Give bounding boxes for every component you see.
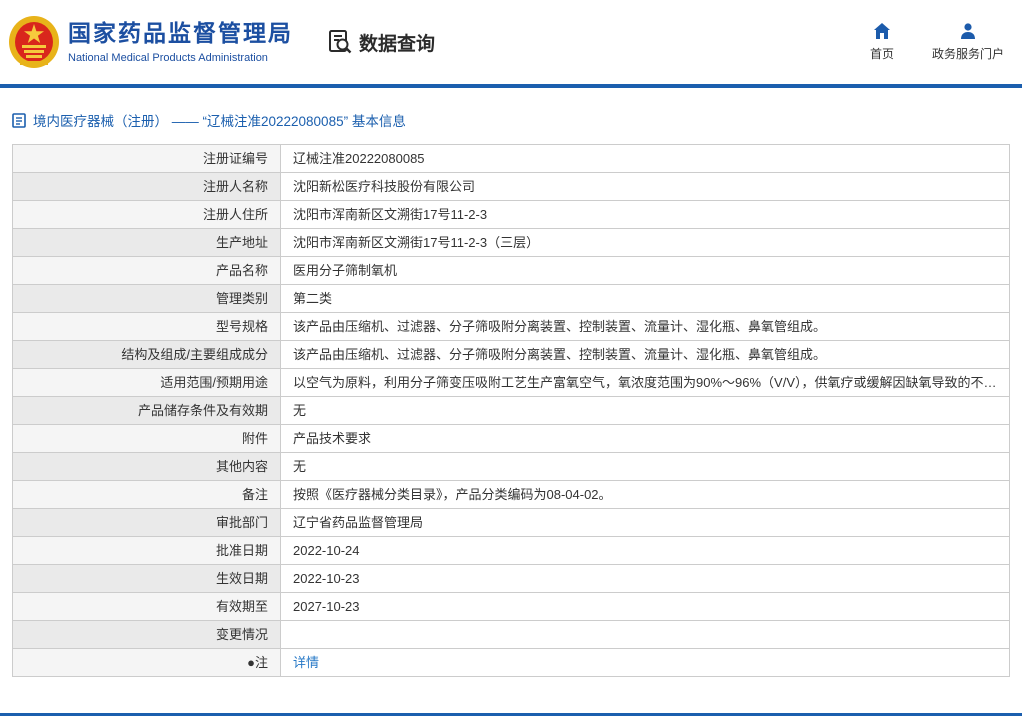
table-row: 型号规格该产品由压缩机、过滤器、分子筛吸附分离装置、控制装置、流量计、湿化瓶、鼻… (13, 313, 1010, 341)
document-icon (12, 113, 26, 128)
table-row: 产品名称医用分子筛制氧机 (13, 257, 1010, 285)
home-icon (873, 22, 891, 40)
row-label: 审批部门 (13, 509, 281, 537)
row-value: 2027-10-23 (281, 593, 1010, 621)
row-label: 产品储存条件及有效期 (13, 397, 281, 425)
table-row: 生产地址沈阳市浑南新区文溯街17号11-2-3（三层） (13, 229, 1010, 257)
data-query-label: 数据查询 (359, 29, 435, 56)
row-value: 详情 (281, 649, 1010, 677)
row-label: 适用范围/预期用途 (13, 369, 281, 397)
breadcrumb: 境内医疗器械（注册） —— “辽械注准20222080085” 基本信息 (12, 110, 1022, 130)
header: 国家药品监督管理局 National Medical Products Admi… (0, 0, 1022, 84)
row-value: 该产品由压缩机、过滤器、分子筛吸附分离装置、控制装置、流量计、湿化瓶、鼻氧管组成… (281, 341, 1010, 369)
row-label: 结构及组成/主要组成成分 (13, 341, 281, 369)
nav-home-label: 首页 (870, 45, 894, 62)
row-value (281, 621, 1010, 649)
header-divider (0, 84, 1022, 88)
row-value: 该产品由压缩机、过滤器、分子筛吸附分离装置、控制装置、流量计、湿化瓶、鼻氧管组成… (281, 313, 1010, 341)
page-title: 境内医疗器械（注册） —— “辽械注准20222080085” 基本信息 (33, 110, 406, 130)
row-value: 以空气为原料，利用分子筛变压吸附工艺生产富氧空气，氧浓度范围为90%～96%（V… (281, 369, 1010, 397)
row-value: 第二类 (281, 285, 1010, 313)
row-value: 2022-10-23 (281, 565, 1010, 593)
table-row: 注册证编号辽械注准20222080085 (13, 145, 1010, 173)
person-icon (959, 22, 977, 40)
row-value: 沈阳新松医疗科技股份有限公司 (281, 173, 1010, 201)
row-value: 辽械注准20222080085 (281, 145, 1010, 173)
table-row: 其他内容无 (13, 453, 1010, 481)
row-label: 其他内容 (13, 453, 281, 481)
row-label: 管理类别 (13, 285, 281, 313)
org-subtitle: National Medical Products Administration (68, 52, 293, 64)
table-row: 批准日期2022-10-24 (13, 537, 1010, 565)
row-value: 沈阳市浑南新区文溯街17号11-2-3（三层） (281, 229, 1010, 257)
nav-home[interactable]: 首页 (870, 22, 894, 62)
row-label: 注册人住所 (13, 201, 281, 229)
nav-portal-label: 政务服务门户 (932, 45, 1004, 62)
row-label: 产品名称 (13, 257, 281, 285)
row-value: 辽宁省药品监督管理局 (281, 509, 1010, 537)
national-emblem-icon (8, 15, 60, 69)
org-title: 国家药品监督管理局 (68, 20, 293, 48)
data-query-nav[interactable]: 数据查询 (327, 29, 435, 56)
row-value: 医用分子筛制氧机 (281, 257, 1010, 285)
row-label: 型号规格 (13, 313, 281, 341)
table-row: 有效期至2027-10-23 (13, 593, 1010, 621)
row-label: 有效期至 (13, 593, 281, 621)
table-row: 附件产品技术要求 (13, 425, 1010, 453)
table-row: 审批部门辽宁省药品监督管理局 (13, 509, 1010, 537)
table-row: 注册人住所沈阳市浑南新区文溯街17号11-2-3 (13, 201, 1010, 229)
row-label: 备注 (13, 481, 281, 509)
row-label: ●注 (13, 649, 281, 677)
registration-info-table: 注册证编号辽械注准20222080085注册人名称沈阳新松医疗科技股份有限公司注… (12, 144, 1010, 677)
table-row: 备注按照《医疗器械分类目录》，产品分类编码为08-04-02。 (13, 481, 1010, 509)
row-value: 无 (281, 397, 1010, 425)
row-label: 变更情况 (13, 621, 281, 649)
table-row: 产品储存条件及有效期无 (13, 397, 1010, 425)
table-row: 注册人名称沈阳新松医疗科技股份有限公司 (13, 173, 1010, 201)
row-label: 批准日期 (13, 537, 281, 565)
row-label: 注册人名称 (13, 173, 281, 201)
data-query-icon (327, 29, 353, 55)
row-label: 注册证编号 (13, 145, 281, 173)
row-value: 无 (281, 453, 1010, 481)
table-row: 生效日期2022-10-23 (13, 565, 1010, 593)
row-label: 附件 (13, 425, 281, 453)
table-row: 管理类别第二类 (13, 285, 1010, 313)
row-value: 按照《医疗器械分类目录》，产品分类编码为08-04-02。 (281, 481, 1010, 509)
table-row: 结构及组成/主要组成成分该产品由压缩机、过滤器、分子筛吸附分离装置、控制装置、流… (13, 341, 1010, 369)
org-title-block: 国家药品监督管理局 National Medical Products Admi… (68, 20, 293, 64)
table-row: ●注详情 (13, 649, 1010, 677)
table-row: 适用范围/预期用途以空气为原料，利用分子筛变压吸附工艺生产富氧空气，氧浓度范围为… (13, 369, 1010, 397)
table-row: 变更情况 (13, 621, 1010, 649)
detail-link[interactable]: 详情 (293, 655, 319, 670)
row-value: 2022-10-24 (281, 537, 1010, 565)
row-label: 生产地址 (13, 229, 281, 257)
row-label: 生效日期 (13, 565, 281, 593)
row-value: 产品技术要求 (281, 425, 1010, 453)
registration-info-section: 注册证编号辽械注准20222080085注册人名称沈阳新松医疗科技股份有限公司注… (0, 144, 1022, 677)
nav-portal[interactable]: 政务服务门户 (932, 22, 1004, 62)
row-value: 沈阳市浑南新区文溯街17号11-2-3 (281, 201, 1010, 229)
